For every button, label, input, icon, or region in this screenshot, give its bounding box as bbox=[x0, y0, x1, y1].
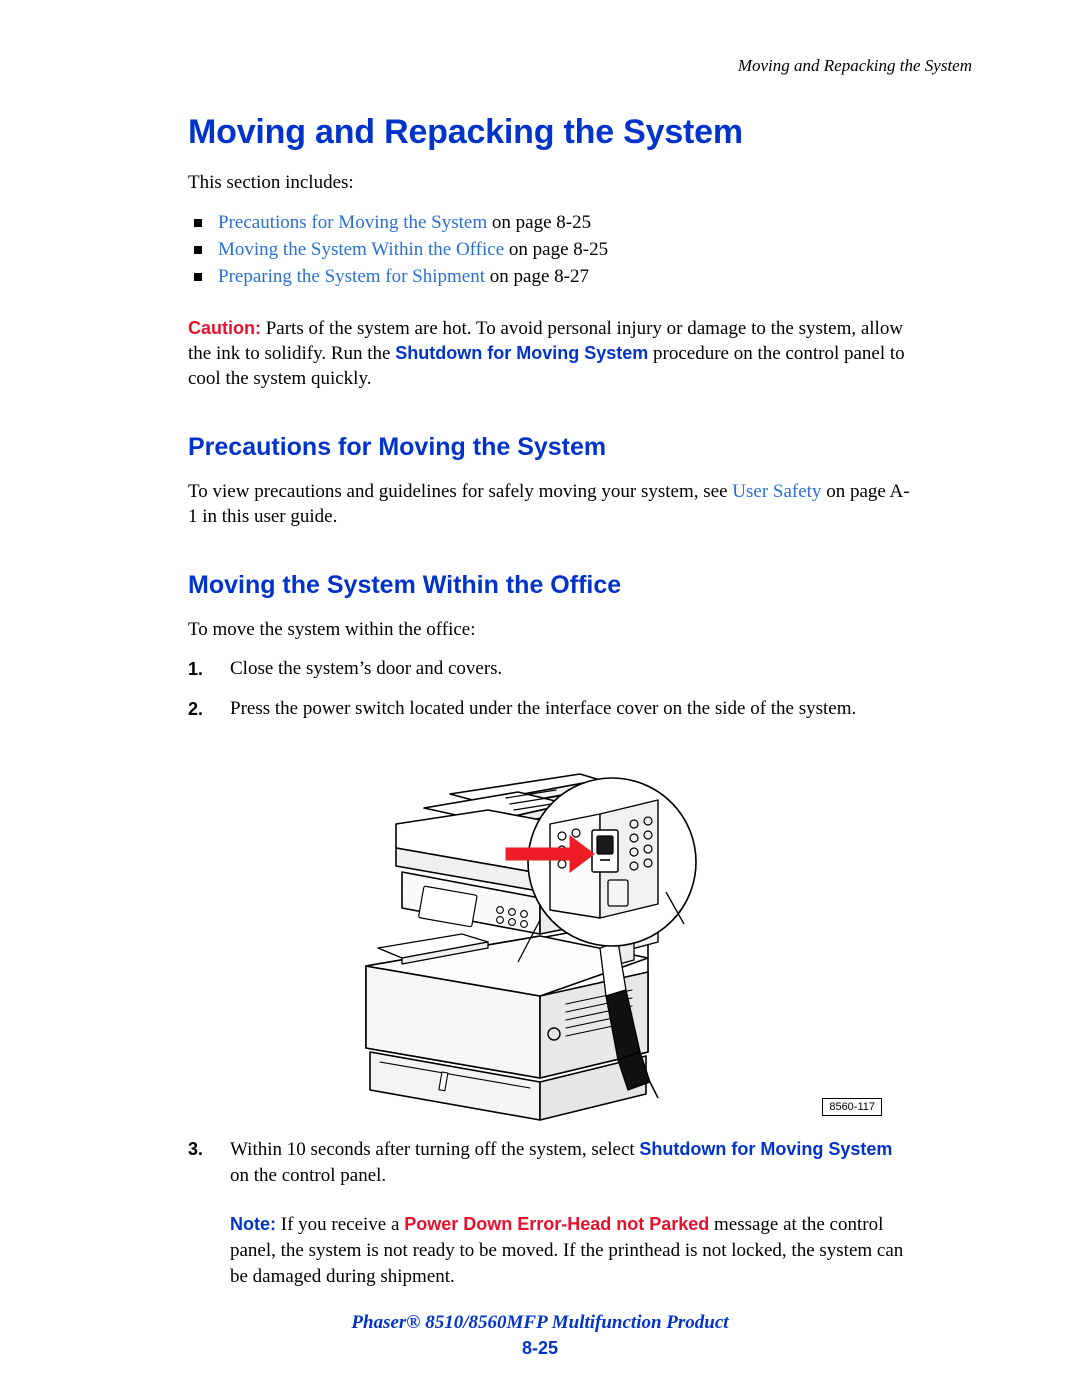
printer-illustration-svg bbox=[365, 773, 697, 1121]
precautions-paragraph: To view precautions and guidelines for s… bbox=[188, 479, 916, 529]
bullet-square-icon bbox=[194, 246, 202, 254]
list-item: 2. Press the power switch located under … bbox=[188, 696, 916, 722]
list-item: Preparing the System for Shipment on pag… bbox=[188, 263, 916, 290]
figure-id-label: 8560-117 bbox=[822, 1098, 882, 1116]
list-item: Moving the System Within the Office on p… bbox=[188, 236, 916, 263]
section-heading-moving: Moving the System Within the Office bbox=[188, 571, 622, 599]
toc-tail: on page 8-25 bbox=[504, 239, 609, 260]
bullet-square-icon bbox=[194, 219, 202, 227]
intro-text: This section includes: bbox=[188, 172, 354, 193]
printer-illustration: 8560-117 bbox=[188, 752, 916, 1122]
list-item: Precautions for Moving the System on pag… bbox=[188, 209, 916, 236]
bullet-square-icon bbox=[194, 273, 202, 281]
step-text: Press the power switch located under the… bbox=[230, 698, 857, 719]
step-number: 3. bbox=[188, 1139, 204, 1159]
moving-lead-text: To move the system within the office: bbox=[188, 619, 476, 640]
note-text-1: If you receive a bbox=[276, 1214, 405, 1235]
step-text-1: Within 10 seconds after turning off the … bbox=[230, 1139, 640, 1160]
toc-link[interactable]: Precautions for Moving the System bbox=[218, 212, 487, 233]
step-text: Close the system’s door and covers. bbox=[230, 658, 503, 679]
page-title: Moving and Repacking the System bbox=[188, 113, 743, 151]
footer-page-number: 8-25 bbox=[521, 1338, 559, 1358]
list-item: 3. Within 10 seconds after turning off t… bbox=[188, 1136, 916, 1189]
caution-note: Caution: Parts of the system are hot. To… bbox=[188, 316, 916, 391]
page-footer: Phaser® 8510/8560MFP Multifunction Produ… bbox=[0, 1312, 1080, 1359]
step-bold-term: Shutdown for Moving System bbox=[639, 1139, 893, 1159]
user-safety-link[interactable]: User Safety bbox=[732, 481, 821, 502]
footer-product-name: Phaser® 8510/8560MFP Multifunction Produ… bbox=[351, 1312, 729, 1333]
step-number: 2. bbox=[188, 699, 204, 719]
section-heading-precautions: Precautions for Moving the System bbox=[188, 433, 607, 461]
note-label: Note: bbox=[230, 1214, 276, 1234]
moving-steps-list: 1. Close the system’s door and covers. 2… bbox=[188, 656, 916, 722]
toc-tail: on page 8-25 bbox=[487, 212, 592, 233]
moving-steps-continued: 3. Within 10 seconds after turning off t… bbox=[188, 1136, 916, 1189]
step-text-2: on the control panel. bbox=[230, 1165, 387, 1186]
step-number: 1. bbox=[188, 659, 204, 679]
caution-bold-term: Shutdown for Moving System bbox=[395, 343, 649, 363]
note-block: Note: If you receive a Power Down Error-… bbox=[230, 1211, 916, 1290]
toc-link[interactable]: Moving the System Within the Office bbox=[218, 239, 504, 260]
page-content: Moving and Repacking the System This sec… bbox=[188, 110, 916, 1290]
toc-link[interactable]: Preparing the System for Shipment bbox=[218, 266, 485, 287]
running-head: Moving and Repacking the System bbox=[737, 56, 972, 75]
list-item: 1. Close the system’s door and covers. bbox=[188, 656, 916, 682]
note-error-message: Power Down Error-Head not Parked bbox=[404, 1214, 710, 1234]
caution-label: Caution: bbox=[188, 318, 261, 338]
section-contents-list: Precautions for Moving the System on pag… bbox=[188, 209, 916, 290]
document-page: Moving and Repacking the System Moving a… bbox=[0, 0, 1080, 1397]
precautions-text-1: To view precautions and guidelines for s… bbox=[188, 481, 733, 502]
toc-tail: on page 8-27 bbox=[485, 266, 589, 287]
